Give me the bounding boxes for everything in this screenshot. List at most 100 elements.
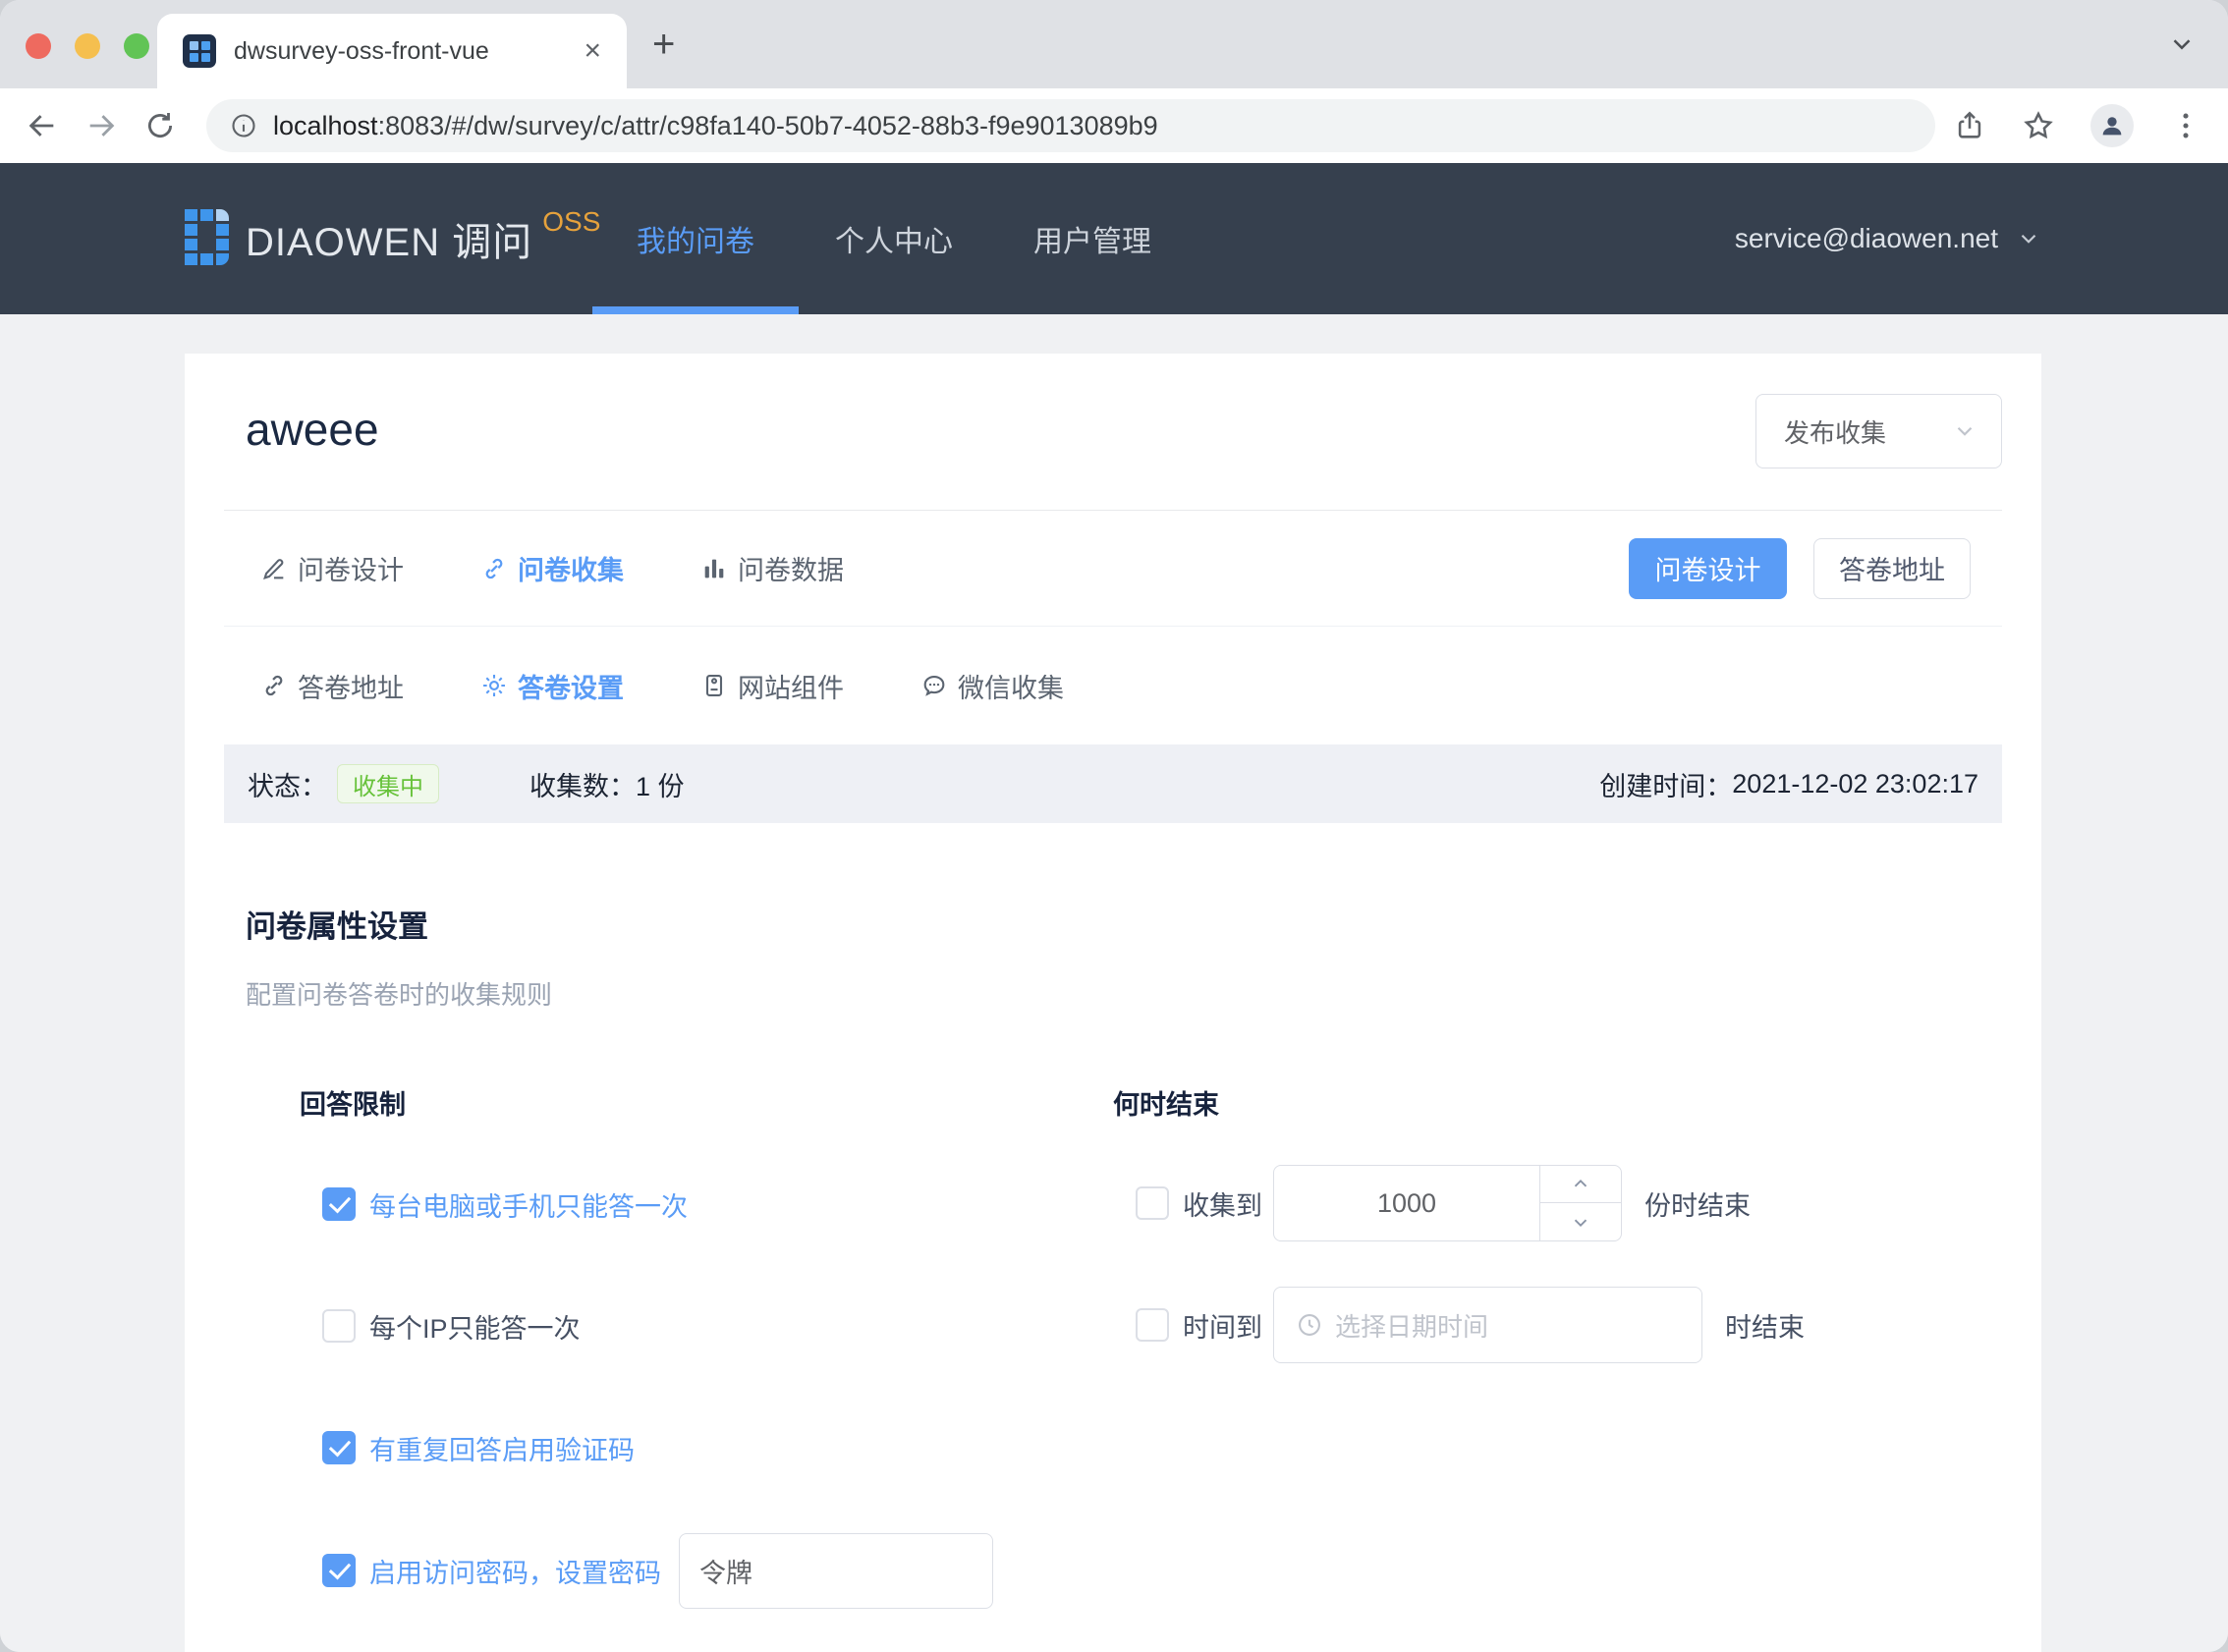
pen-icon: [260, 555, 288, 582]
tab-site-widget[interactable]: 网站组件: [700, 667, 844, 705]
option-access-password: 启用访问密码，设置密码: [300, 1532, 1113, 1609]
page-background: aweee 发布收集 问卷设计: [0, 314, 2228, 1652]
survey-card: aweee 发布收集 问卷设计: [185, 354, 2041, 1652]
primary-tabs: 问卷设计 问卷收集 问卷数据 问卷设计 答卷地址: [224, 511, 2002, 627]
option-one-per-ip: 每个IP只能答一次: [300, 1308, 1113, 1344]
tab-survey-data[interactable]: 问卷数据: [700, 549, 844, 587]
stepper-down-button[interactable]: [1540, 1203, 1621, 1240]
created-time-label: 创建时间：: [1599, 765, 1732, 803]
column-heading: 回答限制: [300, 1083, 1113, 1122]
survey-design-button[interactable]: 问卷设计: [1629, 538, 1787, 599]
bookmark-star-icon[interactable]: [2022, 109, 2055, 142]
new-tab-button[interactable]: +: [652, 28, 675, 61]
tab-close-icon[interactable]: ×: [584, 36, 601, 66]
tab-answer-settings[interactable]: 答卷设置: [480, 667, 624, 705]
status-badge: 收集中: [337, 764, 439, 803]
tab-label: 网站组件: [738, 667, 844, 705]
datetime-placeholder: 选择日期时间: [1335, 1307, 1488, 1344]
password-input[interactable]: [679, 1533, 993, 1609]
tab-answer-address[interactable]: 答卷地址: [260, 667, 404, 705]
quota-value[interactable]: 1000: [1274, 1166, 1539, 1240]
reload-icon[interactable]: [143, 109, 177, 142]
option-label[interactable]: 每个IP只能答一次: [369, 1307, 581, 1346]
tab-label: 问卷数据: [738, 549, 844, 587]
option-one-per-device: 每台电脑或手机只能答一次: [300, 1186, 1113, 1222]
deadline-suffix: 时结束: [1725, 1306, 1805, 1345]
back-icon[interactable]: [26, 109, 59, 142]
checkbox[interactable]: [1136, 1186, 1169, 1220]
account-dropdown[interactable]: service@diaowen.net: [1735, 163, 2041, 314]
nav-item-my-surveys[interactable]: 我的问卷: [637, 163, 754, 314]
nav-item-user-management[interactable]: 用户管理: [1033, 163, 1151, 314]
window-close-button[interactable]: [26, 33, 51, 59]
brand-badge: OSS: [542, 206, 600, 238]
gear-icon: [480, 672, 508, 699]
title-actions: 问卷设计 答卷地址: [1629, 511, 1971, 626]
chat-bubble-icon: [920, 672, 948, 699]
bar-chart-icon: [700, 555, 728, 582]
collect-count-value: 1 份: [636, 765, 685, 803]
option-end-by-quota: 收集到 1000: [1113, 1165, 2002, 1241]
nav-item-label: 个人中心: [835, 217, 953, 260]
tab-survey-collect[interactable]: 问卷收集: [480, 549, 624, 587]
option-label[interactable]: 每台电脑或手机只能答一次: [369, 1185, 688, 1224]
option-label[interactable]: 时间到: [1183, 1306, 1262, 1345]
profile-avatar[interactable]: [2090, 104, 2134, 147]
publish-select-value: 发布收集: [1784, 413, 1886, 450]
checkbox[interactable]: [1136, 1308, 1169, 1342]
tab-label: 问卷设计: [298, 549, 404, 587]
publish-status-select[interactable]: 发布收集: [1755, 394, 2002, 468]
account-email: service@diaowen.net: [1735, 223, 1998, 254]
collect-count-label: 收集数：: [529, 765, 636, 803]
datetime-picker-input[interactable]: 选择日期时间: [1273, 1287, 1702, 1363]
brand-logo[interactable]: DIAOWEN 调问 OSS: [185, 163, 600, 314]
option-label[interactable]: 有重复回答启用验证码: [369, 1429, 635, 1467]
address-bar[interactable]: localhost:8083/#/dw/survey/c/attr/c98fa1…: [206, 99, 1935, 152]
tab-overview-chevron-icon[interactable]: [2167, 29, 2197, 59]
title-row: aweee 发布收集: [224, 354, 2002, 511]
forward-icon[interactable]: [84, 109, 118, 142]
tab-label: 答卷地址: [298, 667, 404, 705]
answer-limit-column: 回答限制 每台电脑或手机只能答一次 每个IP只能答一次 有重复回答启用验证码: [300, 1083, 1113, 1609]
survey-properties-section: 问卷属性设置 配置问卷答卷时的收集规则 回答限制 每台电脑或手机只能答一次 每个…: [224, 902, 2002, 1609]
browser-toolbar: localhost:8083/#/dw/survey/c/attr/c98fa1…: [0, 88, 2228, 163]
quota-number-input: 1000: [1273, 1165, 1622, 1241]
link-icon: [480, 555, 508, 582]
window-zoom-button[interactable]: [124, 33, 149, 59]
site-info-icon[interactable]: [230, 112, 257, 139]
site-favicon-icon: [183, 34, 216, 68]
status-bar: 状态： 收集中 收集数： 1 份 创建时间： 2021-12-02 23:02:…: [224, 744, 2002, 823]
quota-suffix: 份时结束: [1644, 1184, 1751, 1223]
stepper-up-button[interactable]: [1540, 1166, 1621, 1203]
diaowen-logo-icon: [185, 209, 230, 268]
option-label[interactable]: 收集到: [1183, 1184, 1262, 1223]
brand-name: DIAOWEN 调问: [246, 210, 532, 267]
number-stepper: [1539, 1166, 1621, 1240]
app-navbar: DIAOWEN 调问 OSS 我的问卷 个人中心 用户管理 service@di…: [0, 163, 2228, 314]
survey-title: aweee: [246, 403, 379, 456]
link-icon: [260, 672, 288, 699]
browser-menu-icon[interactable]: [2169, 109, 2202, 142]
option-captcha-on-repeat: 有重复回答启用验证码: [300, 1430, 1113, 1465]
nav-item-label: 我的问卷: [637, 217, 754, 260]
share-icon[interactable]: [1953, 109, 1986, 142]
chevron-down-icon: [2016, 226, 2041, 251]
tab-wechat-collect[interactable]: 微信收集: [920, 667, 1064, 705]
tab-title: dwsurvey-oss-front-vue: [234, 37, 572, 66]
answer-address-button[interactable]: 答卷地址: [1813, 538, 1971, 599]
checkbox[interactable]: [322, 1554, 356, 1587]
widget-tag-icon: [700, 672, 728, 699]
tab-survey-design[interactable]: 问卷设计: [260, 549, 404, 587]
checkbox[interactable]: [322, 1309, 356, 1343]
checkbox[interactable]: [322, 1187, 356, 1221]
option-label[interactable]: 启用访问密码，设置密码: [369, 1552, 661, 1590]
window-minimize-button[interactable]: [75, 33, 100, 59]
checkbox[interactable]: [322, 1431, 356, 1464]
nav-menu: 我的问卷 个人中心 用户管理: [637, 163, 1151, 314]
end-condition-column: 何时结束 收集到 1000: [1113, 1083, 2002, 1609]
tab-label: 微信收集: [958, 667, 1064, 705]
tab-label: 问卷收集: [518, 549, 624, 587]
traffic-lights: [26, 33, 149, 59]
nav-item-personal-center[interactable]: 个人中心: [835, 163, 953, 314]
browser-tab[interactable]: dwsurvey-oss-front-vue ×: [157, 14, 627, 88]
